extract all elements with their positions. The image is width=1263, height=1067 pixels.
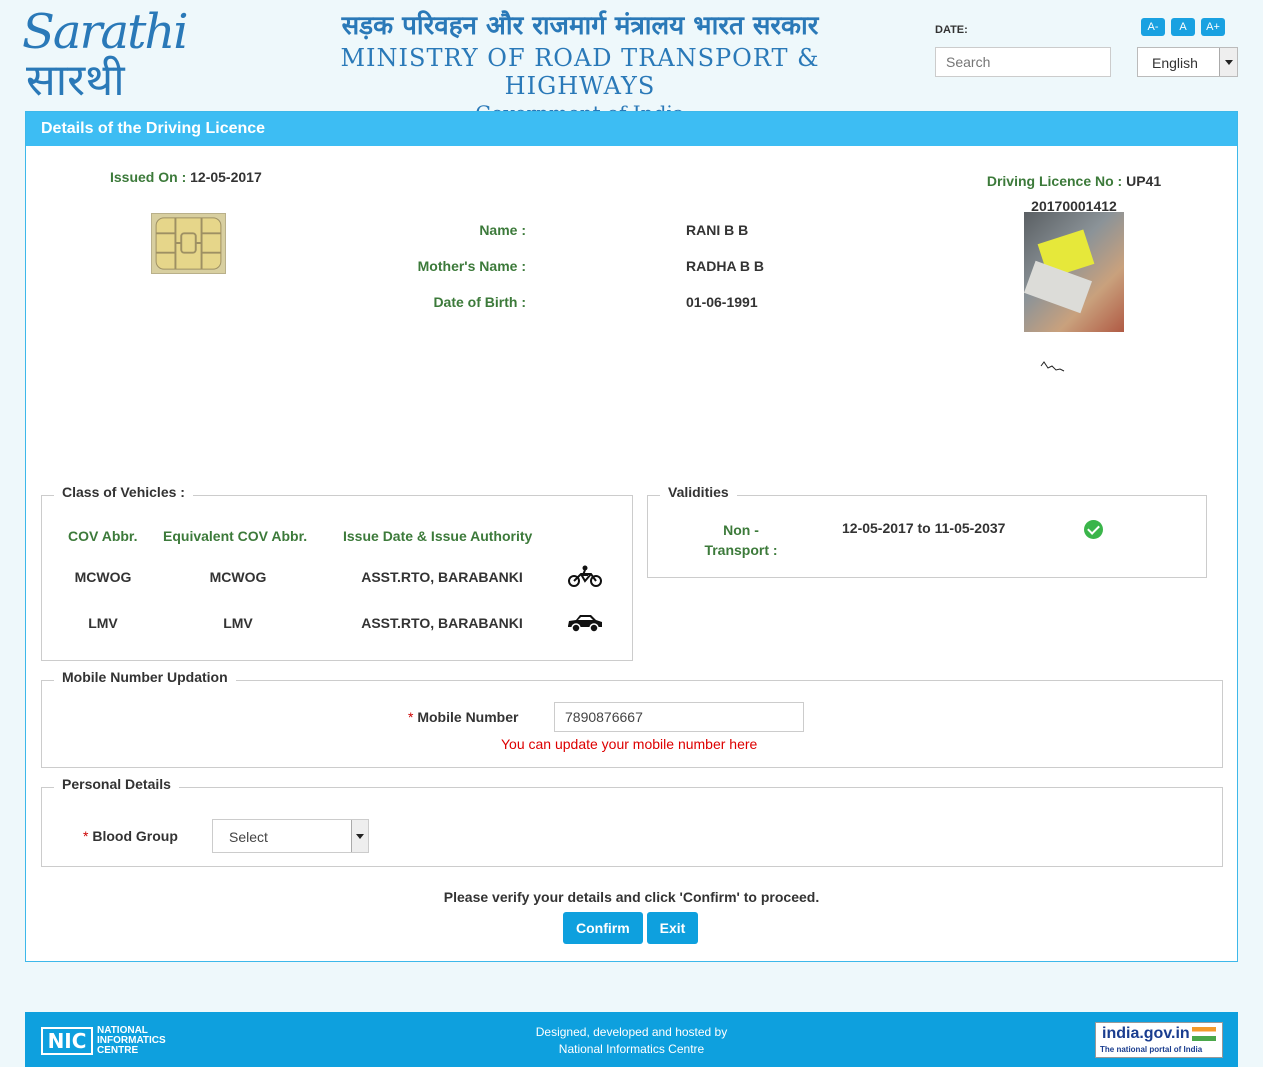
chevron-down-icon[interactable] bbox=[351, 820, 368, 852]
car-icon bbox=[568, 615, 602, 633]
font-size-controls: A- A A+ bbox=[1141, 18, 1225, 36]
blood-group-value: Select bbox=[229, 829, 268, 845]
validity-type-label: Non - Transport : bbox=[688, 520, 794, 560]
validity-range: 12-05-2017 to 11-05-2037 bbox=[842, 520, 1006, 536]
mobile-number-hint: You can update your mobile number here bbox=[501, 736, 758, 752]
personal-details-legend: Personal Details bbox=[54, 776, 179, 792]
ministry-title-hi: सड़क परिवहन और राजमार्ग मंत्रालय भारत सर… bbox=[341, 11, 819, 41]
date-label: DATE: bbox=[935, 24, 968, 36]
cov-abbr-cell: MCWOG bbox=[74, 569, 132, 585]
class-of-vehicles-section: Class of Vehicles : COV Abbr. Equivalent… bbox=[41, 484, 633, 661]
mobile-number-label: * Mobile Number bbox=[408, 709, 518, 725]
logo-text-hi: सारथी bbox=[26, 55, 125, 106]
credit-line: National Informatics Centre bbox=[558, 1042, 705, 1056]
issued-on-value: 12-05-2017 bbox=[190, 169, 262, 185]
issue-authority-cell: ASST.RTO, BARABANKI bbox=[361, 569, 523, 585]
validity-type-line2: Transport : bbox=[704, 542, 778, 558]
ministry-title-en: MINISTRY OF ROAD TRANSPORT & HIGHWAYS bbox=[340, 44, 820, 100]
blood-group-label-text: Blood Group bbox=[92, 828, 178, 844]
blood-group-label: * Blood Group bbox=[83, 828, 178, 844]
india-flag-icon bbox=[1192, 1027, 1216, 1041]
mobile-number-label-text: Mobile Number bbox=[417, 709, 519, 725]
language-value: English bbox=[1152, 55, 1198, 71]
motorcycle-icon bbox=[568, 565, 602, 587]
licence-details-panel: Details of the Driving Licence Issued On… bbox=[25, 111, 1238, 962]
blood-group-select[interactable]: Select bbox=[212, 819, 369, 853]
name-value: RANI B B bbox=[686, 222, 749, 238]
dob-label: Date of Birth : bbox=[433, 294, 526, 310]
font-decrease-button[interactable]: A- bbox=[1141, 18, 1165, 36]
language-select[interactable]: English bbox=[1137, 47, 1238, 77]
mother-name-value: RADHA B B bbox=[686, 258, 765, 274]
equiv-cov-cell: LMV bbox=[223, 615, 253, 631]
holder-photo bbox=[1024, 212, 1124, 332]
check-circle-icon bbox=[1084, 520, 1103, 539]
licence-number-prefix: UP41 bbox=[1126, 173, 1162, 189]
validities-section: Validities Non - Transport : 12-05-2017 … bbox=[647, 484, 1207, 578]
required-marker: * bbox=[408, 709, 414, 725]
equiv-cov-cell: MCWOG bbox=[209, 569, 267, 585]
class-of-vehicles-legend: Class of Vehicles : bbox=[54, 484, 193, 500]
ministry-banner: सड़क परिवहन और राजमार्ग मंत्रालय भारत सर… bbox=[280, 8, 880, 126]
chevron-down-icon[interactable] bbox=[1219, 48, 1237, 76]
india-gov-tagline: The national portal of India bbox=[1100, 1045, 1203, 1054]
font-normal-button[interactable]: A bbox=[1171, 18, 1195, 36]
font-increase-button[interactable]: A+ bbox=[1201, 18, 1225, 36]
action-buttons: Confirm Exit bbox=[563, 912, 699, 944]
licence-number-label: Driving Licence No : bbox=[986, 173, 1123, 189]
mother-name-label: Mother's Name : bbox=[417, 258, 526, 274]
mobile-number-section: Mobile Number Updation * Mobile Number Y… bbox=[41, 669, 1223, 768]
india-gov-title: india.gov.in bbox=[1102, 1025, 1190, 1042]
issue-authority-cell: ASST.RTO, BARABANKI bbox=[361, 615, 523, 631]
mobile-number-legend: Mobile Number Updation bbox=[54, 669, 236, 685]
holder-signature bbox=[1040, 361, 1065, 372]
issued-on-label: Issued On : bbox=[110, 169, 187, 185]
required-marker: * bbox=[83, 828, 89, 844]
india-gov-logo[interactable]: india.gov.in The national portal of Indi… bbox=[1095, 1022, 1223, 1058]
verify-instruction: Please verify your details and click 'Co… bbox=[443, 889, 820, 905]
equiv-cov-header: Equivalent COV Abbr. bbox=[163, 528, 308, 544]
validities-legend: Validities bbox=[660, 484, 737, 500]
site-header: Sarathi सारथी सड़क परिवहन और राजमार्ग मं… bbox=[0, 0, 1263, 125]
sarathi-logo[interactable]: Sarathi सारथी bbox=[22, 4, 189, 106]
issue-authority-header: Issue Date & Issue Authority bbox=[343, 528, 533, 544]
personal-details-section: Personal Details * Blood Group Select bbox=[41, 776, 1223, 867]
name-label: Name : bbox=[479, 222, 526, 238]
issued-on: Issued On : 12-05-2017 bbox=[110, 169, 262, 185]
cov-abbr-cell: LMV bbox=[88, 615, 118, 631]
confirm-button[interactable]: Confirm bbox=[563, 912, 643, 944]
search-input[interactable] bbox=[935, 47, 1111, 77]
smart-card-chip-icon bbox=[151, 213, 226, 274]
cov-abbr-header: COV Abbr. bbox=[68, 528, 138, 544]
footer-credit: Designed, developed and hosted by Nation… bbox=[25, 1024, 1238, 1058]
validity-type-line1: Non - bbox=[723, 522, 759, 538]
dob-value: 01-06-1991 bbox=[686, 294, 758, 310]
credit-line: Designed, developed and hosted by bbox=[535, 1025, 728, 1039]
mobile-number-input[interactable] bbox=[554, 702, 804, 732]
site-footer: NIC NATIONAL INFORMATICS CENTRE Designed… bbox=[25, 1012, 1238, 1067]
exit-button[interactable]: Exit bbox=[646, 912, 699, 944]
panel-title: Details of the Driving Licence bbox=[26, 112, 1237, 146]
